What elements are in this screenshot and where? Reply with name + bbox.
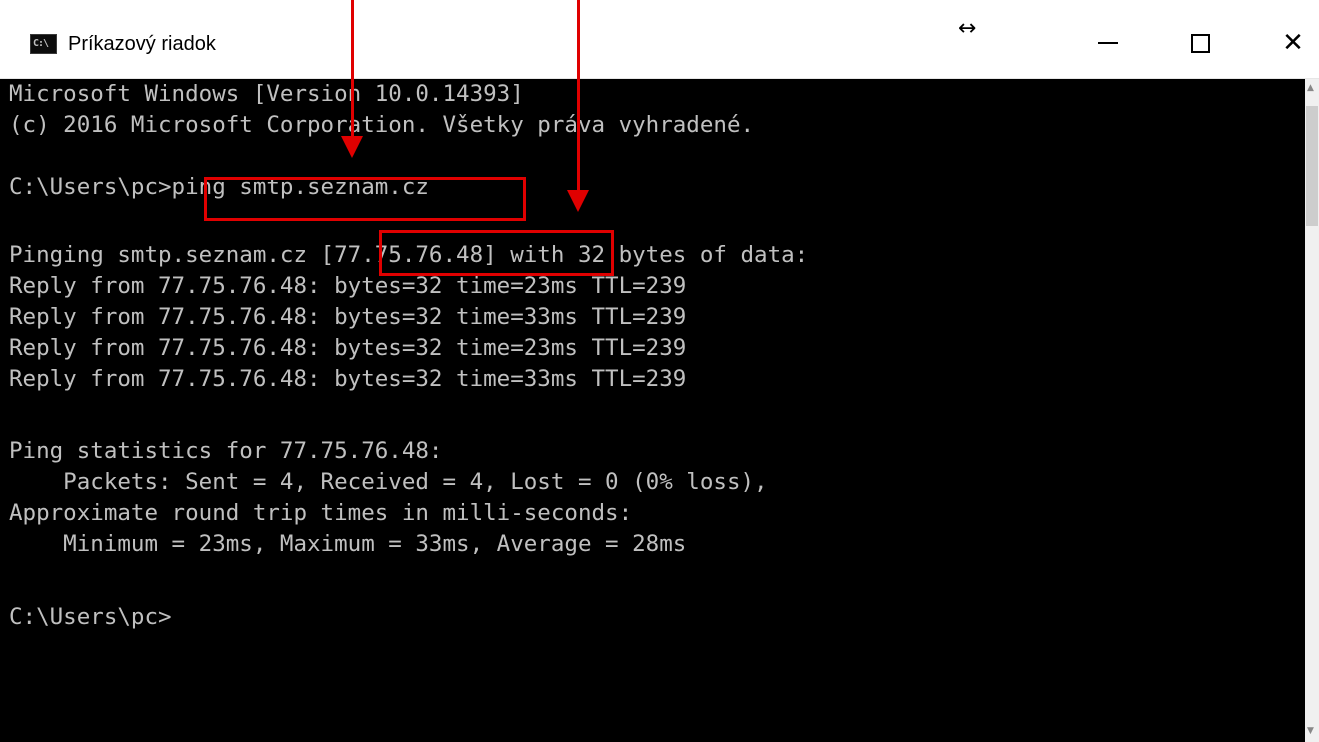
console-line: Microsoft Windows [Version 10.0.14393] xyxy=(9,81,524,107)
arrow-to-command xyxy=(351,0,354,140)
title-bar[interactable]: C:\ Príkazový riadok ↔ ✕ xyxy=(0,0,1319,79)
console-line: (c) 2016 Microsoft Corporation. Všetky p… xyxy=(9,112,755,138)
close-icon: ✕ xyxy=(1282,28,1304,58)
maximize-icon xyxy=(1190,33,1210,53)
minimize-icon xyxy=(1098,42,1118,44)
arrow-to-ip-address-head xyxy=(567,190,589,212)
console-icon[interactable]: C:\ xyxy=(30,34,57,54)
console-line: Reply from 77.75.76.48: bytes=32 time=33… xyxy=(9,366,687,392)
console-line: C:\Users\pc> xyxy=(9,604,172,630)
console-line: Reply from 77.75.76.48: bytes=32 time=33… xyxy=(9,304,687,330)
close-button[interactable]: ✕ xyxy=(1268,28,1318,58)
command-prompt-window: C:\ Príkazový riadok ↔ ✕ Microsoft Windo… xyxy=(0,0,1319,742)
vertical-scrollbar[interactable]: ▲ ▼ xyxy=(1305,79,1319,742)
arrow-to-command-head xyxy=(341,136,363,158)
console-line: Pinging smtp.seznam.cz [77.75.76.48] wit… xyxy=(9,242,809,268)
minimize-button[interactable] xyxy=(1083,28,1133,58)
window-title: Príkazový riadok xyxy=(68,33,216,55)
scroll-down-icon[interactable]: ▼ xyxy=(1307,726,1314,736)
console-line: Reply from 77.75.76.48: bytes=32 time=23… xyxy=(9,273,687,299)
arrow-to-ip-address xyxy=(577,0,580,194)
console-line: Ping statistics for 77.75.76.48: xyxy=(9,438,443,464)
console-line: Packets: Sent = 4, Received = 4, Lost = … xyxy=(9,469,768,495)
console-line: Minimum = 23ms, Maximum = 33ms, Average … xyxy=(9,531,687,557)
console-line: C:\Users\pc>ping smtp.seznam.cz xyxy=(9,174,429,200)
maximize-button[interactable] xyxy=(1175,28,1225,58)
scroll-up-icon[interactable]: ▲ xyxy=(1307,83,1314,93)
console-output[interactable]: Microsoft Windows [Version 10.0.14393] (… xyxy=(0,79,1305,742)
console-line: Approximate round trip times in milli-se… xyxy=(9,500,633,526)
scrollbar-thumb[interactable] xyxy=(1306,106,1318,226)
resize-cursor-icon: ↔ xyxy=(958,16,977,41)
console-line: Reply from 77.75.76.48: bytes=32 time=23… xyxy=(9,335,687,361)
